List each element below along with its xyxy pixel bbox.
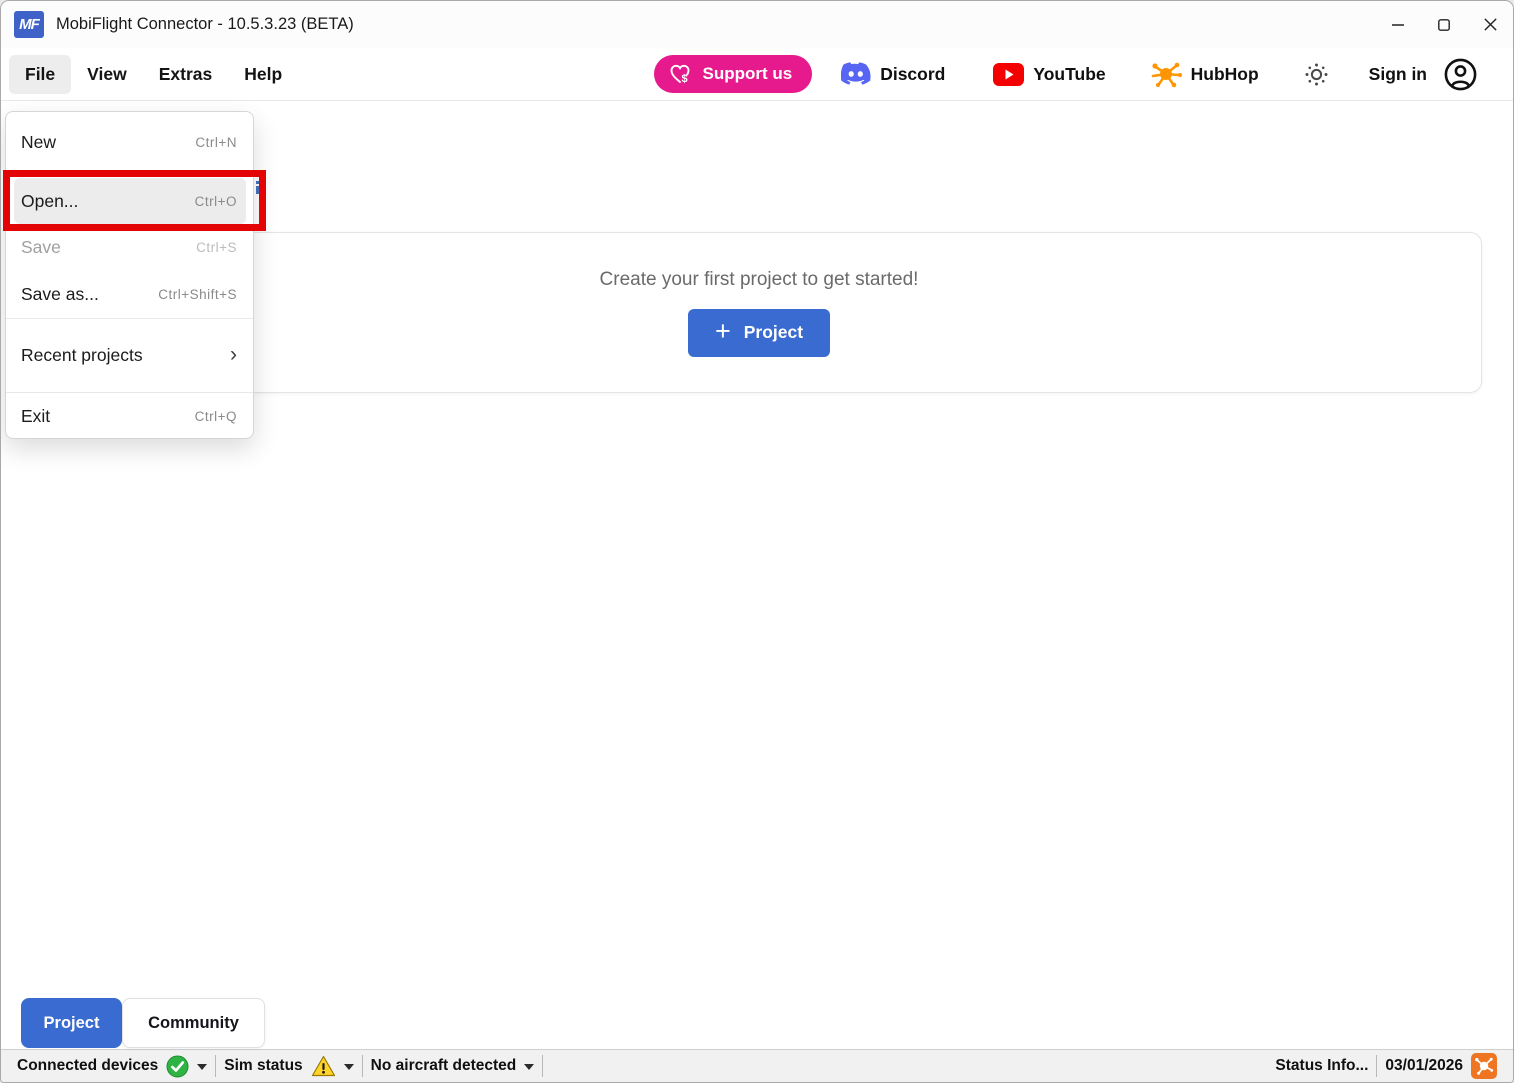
discord-icon bbox=[841, 62, 871, 86]
youtube-link[interactable]: YouTube bbox=[993, 63, 1105, 86]
caret-down-icon bbox=[197, 1064, 207, 1070]
theme-toggle-button[interactable] bbox=[1304, 62, 1329, 87]
menu-item-recent-projects[interactable]: Recent projects › bbox=[6, 319, 253, 392]
tab-community[interactable]: Community bbox=[122, 998, 265, 1048]
menu-item-exit[interactable]: Exit Ctrl+Q bbox=[6, 393, 253, 440]
empty-state-text: Create your first project to get started… bbox=[600, 269, 919, 291]
statusbar: Connected devices Sim status bbox=[1, 1049, 1513, 1082]
connected-devices-label: Connected devices bbox=[17, 1057, 158, 1075]
menu-view[interactable]: View bbox=[71, 55, 143, 94]
menu-item-recent-projects-label: Recent projects bbox=[21, 345, 143, 366]
discord-label: Discord bbox=[880, 64, 945, 85]
warning-triangle-icon bbox=[311, 1055, 336, 1077]
sim-status-label: Sim status bbox=[224, 1057, 302, 1075]
sign-in-label: Sign in bbox=[1369, 64, 1427, 85]
new-project-button-label: Project bbox=[744, 322, 803, 343]
file-dropdown-menu: New Ctrl+N Open... Ctrl+O Save Ctrl+S Sa… bbox=[5, 111, 254, 439]
caret-down-icon bbox=[344, 1064, 354, 1070]
youtube-label: YouTube bbox=[1033, 64, 1105, 85]
statusbar-separator bbox=[542, 1055, 543, 1077]
maximize-button[interactable] bbox=[1421, 1, 1467, 48]
hubhop-label: HubHop bbox=[1191, 64, 1259, 85]
menu-item-open-label: Open... bbox=[21, 191, 78, 212]
window-title: MobiFlight Connector - 10.5.3.23 (BETA) bbox=[56, 15, 354, 34]
sim-connection-icon bbox=[1471, 1053, 1497, 1079]
check-circle-icon bbox=[166, 1055, 189, 1078]
menubar: File View Extras Help $ Support us bbox=[1, 48, 1513, 101]
support-us-button[interactable]: $ Support us bbox=[654, 55, 812, 93]
discord-link[interactable]: Discord bbox=[841, 62, 945, 86]
menu-item-open-shortcut: Ctrl+O bbox=[195, 194, 237, 209]
sim-status-dropdown[interactable]: Sim status bbox=[216, 1050, 361, 1082]
aircraft-status-label: No aircraft detected bbox=[371, 1057, 517, 1075]
plus-icon: + bbox=[715, 318, 731, 345]
menu-file[interactable]: File bbox=[9, 55, 71, 94]
svg-text:$: $ bbox=[682, 73, 688, 85]
close-button[interactable] bbox=[1467, 1, 1513, 48]
titlebar: MF MobiFlight Connector - 10.5.3.23 (BET… bbox=[1, 1, 1513, 48]
menu-extras[interactable]: Extras bbox=[143, 55, 229, 94]
app-window: MF MobiFlight Connector - 10.5.3.23 (BET… bbox=[0, 0, 1514, 1083]
heart-dollar-icon: $ bbox=[668, 62, 692, 86]
new-project-button[interactable]: + Project bbox=[688, 309, 830, 357]
caret-down-icon bbox=[524, 1064, 534, 1070]
date-label: 03/01/2026 bbox=[1385, 1057, 1463, 1075]
hubhop-icon bbox=[1151, 60, 1182, 88]
bottom-tab-strip: Project Community bbox=[21, 998, 265, 1048]
hubhop-link[interactable]: HubHop bbox=[1151, 60, 1259, 88]
app-logo-icon: MF bbox=[14, 11, 44, 38]
status-info-button[interactable]: Status Info... bbox=[1267, 1057, 1376, 1075]
status-info-label: Status Info... bbox=[1275, 1057, 1368, 1075]
minimize-button[interactable] bbox=[1375, 1, 1421, 48]
tab-project[interactable]: Project bbox=[21, 998, 122, 1048]
menu-item-exit-label: Exit bbox=[21, 406, 50, 427]
menu-item-save-shortcut: Ctrl+S bbox=[196, 240, 237, 255]
menu-item-save-as-shortcut: Ctrl+Shift+S bbox=[158, 287, 237, 302]
menu-item-new[interactable]: New Ctrl+N bbox=[6, 119, 253, 166]
support-us-label: Support us bbox=[702, 64, 792, 84]
sign-in-button[interactable]: Sign in bbox=[1369, 58, 1477, 91]
menu-item-save-label: Save bbox=[21, 237, 61, 258]
menu-help[interactable]: Help bbox=[228, 55, 298, 94]
menu-item-save-as[interactable]: Save as... Ctrl+Shift+S bbox=[6, 271, 253, 318]
youtube-icon bbox=[993, 63, 1024, 86]
menu-item-new-label: New bbox=[21, 132, 56, 153]
menu-item-save-as-label: Save as... bbox=[21, 284, 99, 305]
account-avatar-icon bbox=[1444, 58, 1477, 91]
connected-devices-dropdown[interactable]: Connected devices bbox=[9, 1050, 215, 1082]
sun-icon bbox=[1304, 62, 1329, 87]
date-display: 03/01/2026 bbox=[1377, 1053, 1505, 1079]
menu-item-save: Save Ctrl+S bbox=[6, 224, 253, 271]
chevron-right-icon: › bbox=[230, 344, 237, 365]
menu-item-new-shortcut: Ctrl+N bbox=[195, 135, 237, 150]
menu-item-exit-shortcut: Ctrl+Q bbox=[195, 409, 237, 424]
menu-item-open[interactable]: Open... Ctrl+O bbox=[14, 178, 246, 224]
cropped-text-artifact bbox=[256, 181, 264, 194]
aircraft-status-dropdown[interactable]: No aircraft detected bbox=[363, 1050, 543, 1082]
